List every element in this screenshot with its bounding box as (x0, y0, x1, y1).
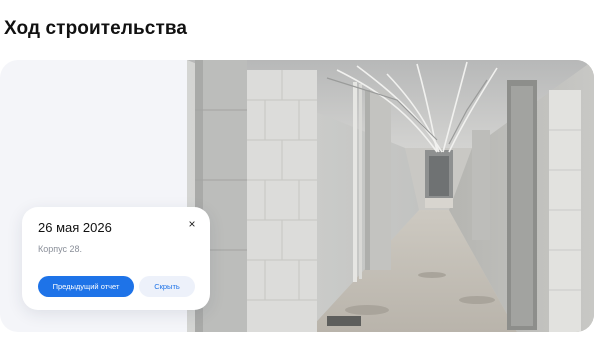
close-icon[interactable]: × (185, 216, 199, 232)
previous-report-button[interactable]: Предыдущий отчет (38, 276, 134, 297)
hide-button[interactable]: Скрыть (139, 276, 195, 297)
building-label: Корпус 28. (38, 244, 83, 254)
report-popup: 26 мая 2026 × Корпус 28. Предыдущий отче… (22, 207, 210, 310)
corridor-illustration (187, 60, 594, 332)
construction-photo[interactable] (187, 60, 594, 332)
report-date: 26 мая 2026 (38, 220, 112, 235)
page-title: Ход строительства (4, 18, 188, 39)
